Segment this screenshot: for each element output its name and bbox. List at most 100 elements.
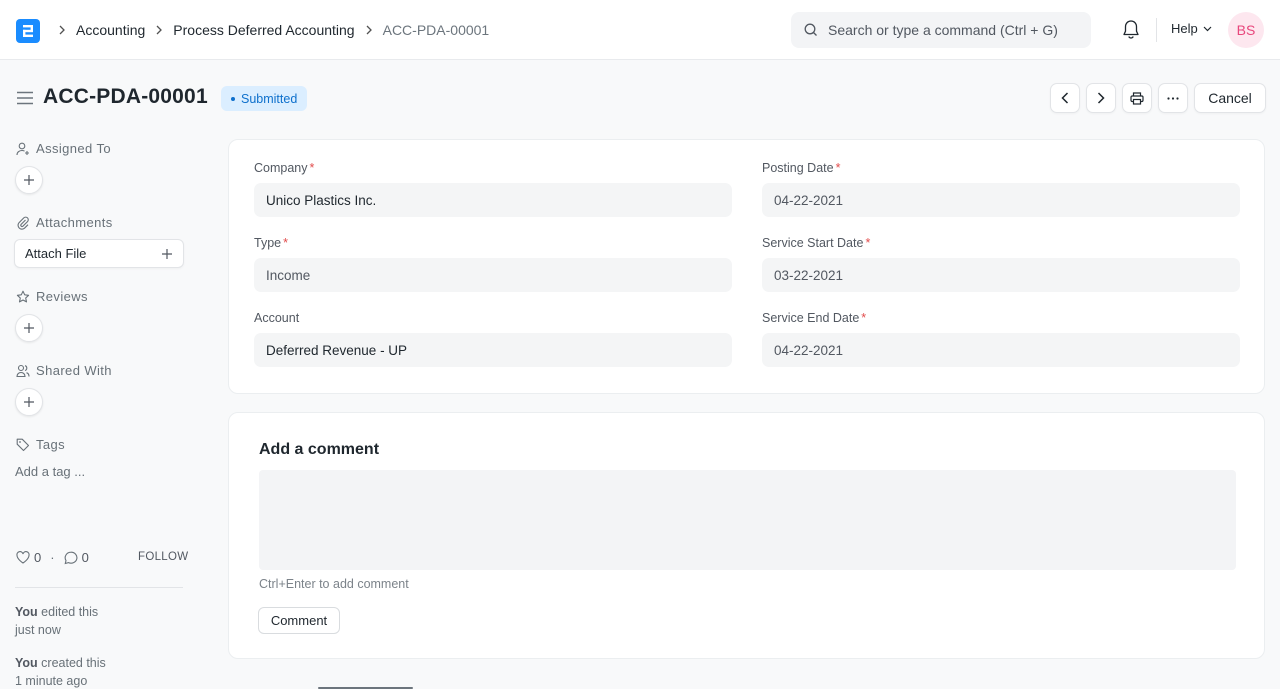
- comment-icon[interactable]: [64, 551, 78, 565]
- attach-file-label: Attach File: [25, 246, 87, 261]
- star-icon: [16, 290, 30, 302]
- plus-icon: [24, 175, 34, 185]
- service-start-date-label-text: Service Start Date: [762, 236, 864, 250]
- tags-section: Tags: [16, 437, 65, 452]
- tag-icon: [16, 438, 30, 451]
- required-mark: *: [309, 161, 315, 175]
- shared-with-section: Shared With: [16, 363, 112, 378]
- comment-section-title: Add a comment: [259, 441, 380, 458]
- user-avatar[interactable]: BS: [1228, 12, 1264, 48]
- printer-icon: [1130, 91, 1144, 105]
- required-mark: *: [283, 236, 288, 250]
- add-assignee-button[interactable]: [15, 166, 43, 194]
- erpnext-logo-icon: [23, 25, 33, 37]
- attach-file-button[interactable]: Attach File: [14, 239, 184, 268]
- service-start-date-label: Service Start Date *: [762, 236, 870, 250]
- comment-hint: Ctrl+Enter to add comment: [259, 577, 409, 591]
- navbar: Accounting Process Deferred Accounting A…: [0, 0, 1280, 60]
- notification-bell-icon[interactable]: [1121, 19, 1141, 41]
- posting-date-label-text: Posting Date: [762, 161, 834, 175]
- separator-dot: ·: [50, 550, 55, 565]
- company-field[interactable]: Unico Plastics Inc.: [254, 183, 732, 217]
- activity-item: You edited this just now: [15, 603, 98, 639]
- breadcrumb-current[interactable]: ACC-PDA-00001: [383, 22, 490, 38]
- assigned-to-label: Assigned To: [36, 141, 111, 156]
- type-label: Type *: [254, 236, 288, 250]
- service-start-date-field[interactable]: 03-22-2021: [762, 258, 1240, 292]
- company-label-text: Company: [254, 161, 308, 175]
- plus-icon: [24, 323, 34, 333]
- print-button[interactable]: [1122, 83, 1152, 113]
- add-tag-input[interactable]: Add a tag ...: [15, 464, 85, 479]
- users-icon: [16, 364, 30, 377]
- account-label: Account: [254, 311, 299, 325]
- activity-action: created this: [41, 656, 106, 670]
- required-mark: *: [861, 311, 867, 325]
- follow-button[interactable]: FOLLOW: [138, 551, 188, 563]
- status-badge: Submitted: [221, 86, 308, 111]
- search-input[interactable]: Search or type a command (Ctrl + G): [791, 12, 1091, 48]
- likes-count: 0: [34, 550, 42, 565]
- more-actions-button[interactable]: [1158, 83, 1188, 113]
- chevron-right-icon: [153, 25, 165, 35]
- company-label: Company *: [254, 161, 314, 175]
- engagement-stats: 0 · 0: [16, 550, 89, 565]
- page-title: ACC-PDA-00001: [43, 85, 208, 108]
- reviews-section: Reviews: [16, 289, 88, 304]
- app-logo[interactable]: [16, 19, 40, 43]
- form-card: Company * Unico Plastics Inc. Type * Incom…: [228, 139, 1265, 394]
- service-end-date-field[interactable]: 04-22-2021: [762, 333, 1240, 367]
- breadcrumb: Accounting Process Deferred Accounting A…: [54, 20, 495, 40]
- assign-user-icon: [16, 142, 29, 155]
- required-mark: *: [865, 236, 871, 250]
- chevron-down-icon: [1203, 26, 1212, 31]
- posting-date-field[interactable]: 04-22-2021: [762, 183, 1240, 217]
- next-record-button[interactable]: [1086, 83, 1116, 113]
- chevron-right-icon: [56, 25, 68, 35]
- service-end-date-label: Service End Date *: [762, 311, 866, 325]
- previous-record-button[interactable]: [1050, 83, 1080, 113]
- tags-label: Tags: [36, 437, 66, 452]
- attachments-label: Attachments: [36, 215, 113, 230]
- activity-actor: You: [15, 605, 38, 619]
- search-icon: [804, 23, 817, 36]
- shared-with-label: Shared With: [36, 363, 112, 378]
- sidebar-divider: [15, 587, 183, 588]
- type-field[interactable]: Income: [254, 258, 732, 292]
- status-label: Submitted: [241, 91, 298, 106]
- add-review-button[interactable]: [15, 314, 43, 342]
- help-dropdown[interactable]: Help: [1171, 21, 1212, 36]
- cancel-button[interactable]: Cancel: [1194, 83, 1266, 113]
- account-field[interactable]: Deferred Revenue - UP: [254, 333, 732, 367]
- activity-actor: You: [15, 656, 38, 670]
- ellipsis-icon: [1167, 96, 1179, 100]
- chevron-right-icon: [363, 25, 375, 35]
- comments-count: 0: [81, 550, 89, 565]
- breadcrumb-process-deferred-accounting[interactable]: Process Deferred Accounting: [173, 22, 354, 38]
- activity-time: just now: [15, 623, 61, 637]
- required-mark: *: [835, 161, 841, 175]
- posting-date-label: Posting Date *: [762, 161, 840, 175]
- comment-card: Add a comment Ctrl+Enter to add comment …: [228, 412, 1265, 659]
- comment-input[interactable]: [259, 470, 1236, 570]
- add-share-button[interactable]: [15, 388, 43, 416]
- chevron-left-icon: [1061, 92, 1069, 104]
- assigned-to-section: Assigned To: [16, 141, 111, 156]
- activity-time: 1 minute ago: [15, 674, 88, 688]
- service-end-date-label-text: Service End Date: [762, 311, 860, 325]
- heart-icon[interactable]: [16, 551, 30, 564]
- status-dot: [231, 96, 235, 101]
- breadcrumb-accounting[interactable]: Accounting: [76, 22, 145, 38]
- comment-button[interactable]: Comment: [258, 607, 340, 634]
- navbar-divider: [1156, 18, 1157, 42]
- chevron-right-icon: [1097, 92, 1105, 104]
- paperclip-icon: [17, 216, 29, 230]
- plus-icon: [162, 248, 172, 259]
- help-label: Help: [1171, 21, 1198, 36]
- account-label-text: Account: [254, 311, 300, 325]
- search-placeholder: Search or type a command (Ctrl + G): [828, 22, 1058, 38]
- sidebar-toggle-icon[interactable]: [17, 91, 33, 105]
- attachments-section: Attachments: [16, 215, 113, 230]
- activity-item: You created this 1 minute ago: [15, 654, 106, 689]
- plus-icon: [24, 397, 34, 407]
